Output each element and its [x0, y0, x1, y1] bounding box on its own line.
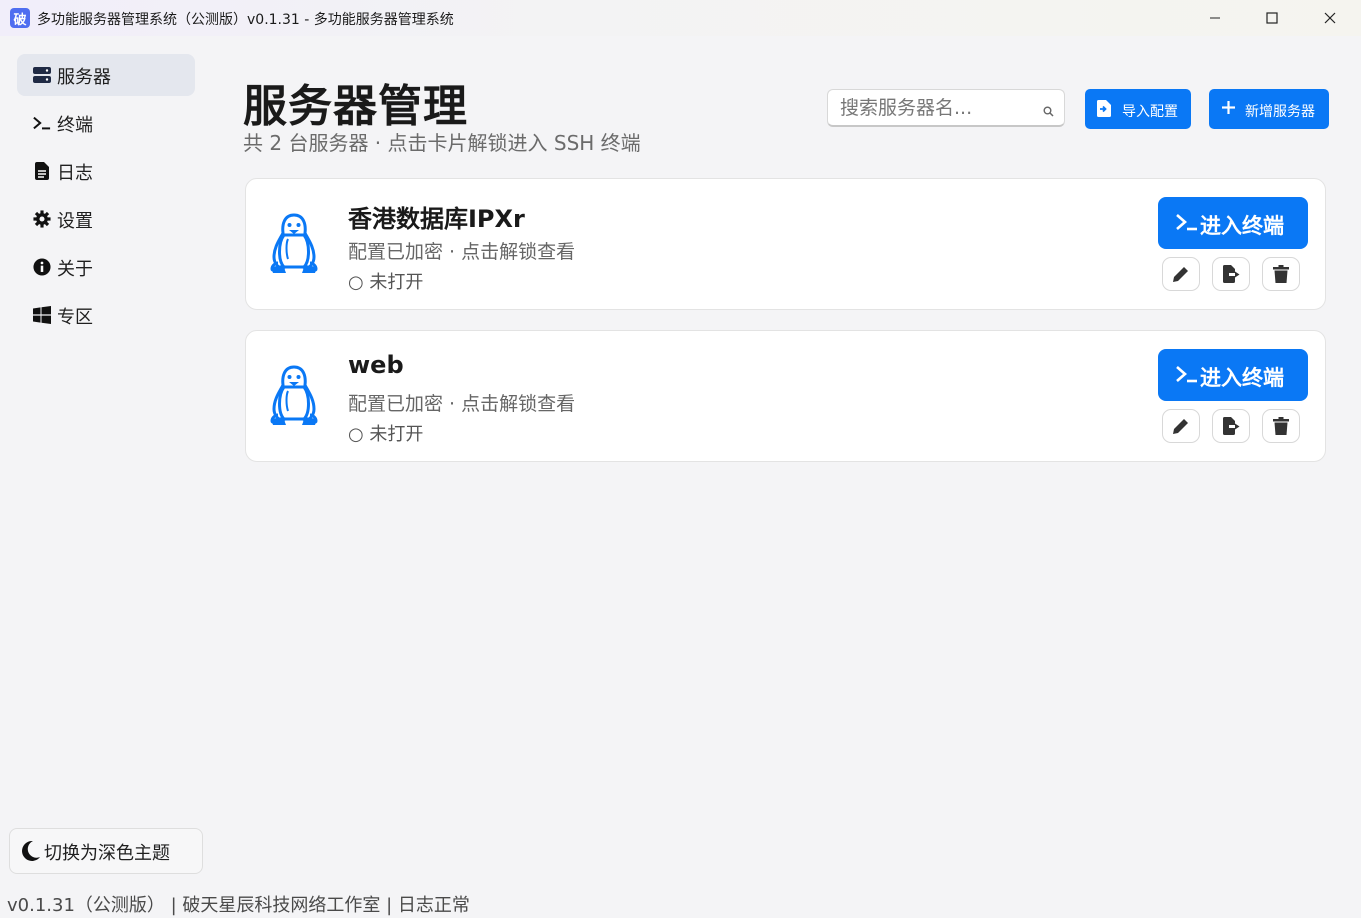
status-footer: v0.1.31（公测版） | 破天星辰科技网络工作室 | 日志正常: [7, 895, 470, 916]
theme-toggle-button[interactable]: 切换为深色主题: [9, 828, 203, 874]
import-config-label: 导入配置: [1122, 104, 1178, 120]
pencil-icon: [1173, 267, 1188, 282]
sidebar-item-servers[interactable]: 服务器: [17, 54, 195, 96]
file-icon: [33, 162, 51, 180]
moon-icon: [22, 840, 40, 866]
file-import-icon: [1097, 100, 1111, 121]
edit-server-button[interactable]: [1162, 409, 1200, 443]
close-icon: [1324, 12, 1336, 24]
sidebar-item-about[interactable]: 关于: [17, 246, 195, 288]
theme-toggle-label: 切换为深色主题: [44, 843, 170, 864]
title-bar: 破 多功能服务器管理系统（公测版）v0.1.31 - 多功能服务器管理系统: [0, 0, 1361, 36]
file-export-icon: [1223, 417, 1240, 435]
enter-terminal-label: 进入终端: [1200, 366, 1284, 390]
maximize-button[interactable]: [1244, 0, 1300, 36]
terminal-icon: [1176, 212, 1198, 237]
terminal-icon: [33, 114, 51, 132]
linux-penguin-icon: [268, 365, 320, 431]
minimize-button[interactable]: [1187, 0, 1243, 36]
delete-server-button[interactable]: [1262, 409, 1300, 443]
windows-icon: [33, 306, 51, 324]
add-server-button[interactable]: 新增服务器: [1209, 89, 1329, 129]
sidebar-item-label: 终端: [57, 115, 93, 136]
sidebar-item-label: 服务器: [57, 67, 111, 88]
add-server-label: 新增服务器: [1245, 104, 1315, 120]
plus-icon: [1221, 100, 1236, 119]
trash-icon: [1273, 417, 1289, 435]
server-card[interactable]: 香港数据库IPXr 配置已加密 · 点击解锁查看 ○ 未打开 进入终端: [245, 178, 1326, 310]
close-button[interactable]: [1302, 0, 1358, 36]
sidebar-item-label: 设置: [57, 211, 93, 232]
sidebar-item-label: 关于: [57, 259, 93, 280]
enter-terminal-label: 进入终端: [1200, 214, 1284, 238]
minimize-icon: [1210, 17, 1220, 19]
server-description: 配置已加密 · 点击解锁查看: [348, 393, 576, 415]
sidebar-item-terminal[interactable]: 终端: [17, 102, 195, 144]
page-subtitle: 共 2 台服务器 · 点击卡片解锁进入 SSH 终端: [243, 131, 641, 155]
enter-terminal-button[interactable]: 进入终端: [1158, 349, 1308, 401]
server-status: ○ 未打开: [348, 424, 424, 445]
file-export-icon: [1223, 265, 1240, 283]
server-name: web: [348, 351, 404, 379]
import-config-button[interactable]: 导入配置: [1085, 89, 1191, 129]
gear-icon: [33, 210, 51, 228]
edit-server-button[interactable]: [1162, 257, 1200, 291]
sidebar-item-settings[interactable]: 设置: [17, 198, 195, 240]
server-status: ○ 未打开: [348, 272, 424, 293]
info-icon: [33, 258, 51, 276]
terminal-icon: [1176, 364, 1198, 389]
export-server-button[interactable]: [1212, 409, 1250, 443]
window-title: 多功能服务器管理系统（公测版）v0.1.31 - 多功能服务器管理系统: [37, 12, 454, 28]
pencil-icon: [1173, 419, 1188, 434]
search-box[interactable]: [827, 89, 1065, 127]
server-icon: [33, 66, 51, 84]
enter-terminal-button[interactable]: 进入终端: [1158, 197, 1308, 249]
trash-icon: [1273, 265, 1289, 283]
sidebar-item-label: 日志: [57, 163, 93, 184]
search-input[interactable]: [828, 90, 1042, 126]
delete-server-button[interactable]: [1262, 257, 1300, 291]
app-logo-icon: 破: [10, 8, 30, 28]
export-server-button[interactable]: [1212, 257, 1250, 291]
sidebar-item-zone[interactable]: 专区: [17, 294, 195, 336]
server-description: 配置已加密 · 点击解锁查看: [348, 241, 576, 263]
linux-penguin-icon: [268, 213, 320, 279]
sidebar-item-logs[interactable]: 日志: [17, 150, 195, 192]
page-title: 服务器管理: [243, 81, 468, 132]
server-name: 香港数据库IPXr: [348, 205, 525, 233]
server-card[interactable]: web 配置已加密 · 点击解锁查看 ○ 未打开 进入终端: [245, 330, 1326, 462]
sidebar-item-label: 专区: [57, 307, 93, 328]
search-icon[interactable]: [1043, 102, 1054, 121]
maximize-icon: [1266, 12, 1278, 24]
